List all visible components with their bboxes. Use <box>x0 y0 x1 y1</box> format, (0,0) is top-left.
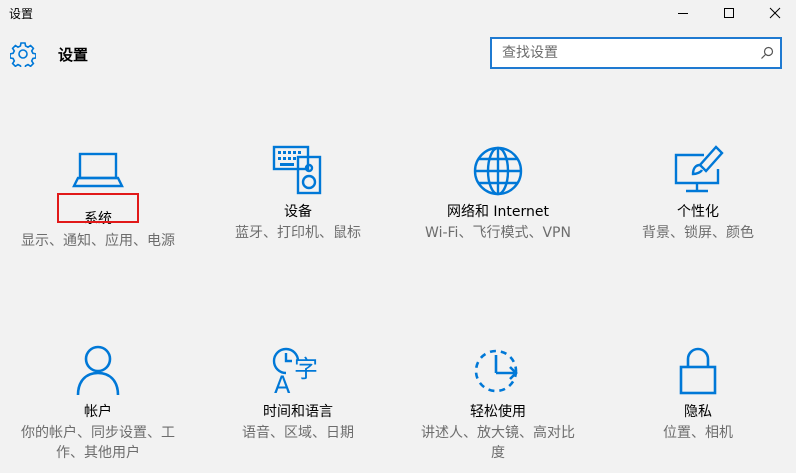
tile-time-language[interactable]: A 字 时间和语言 语音、区域、日期 <box>208 343 388 473</box>
close-icon <box>769 7 781 19</box>
search-box[interactable] <box>490 37 782 69</box>
tile-accounts[interactable]: 帐户 你的帐户、同步设置、工作、其他用户 <box>8 343 188 473</box>
tile-name: 帐户 <box>84 404 112 420</box>
tile-devices[interactable]: 设备 蓝牙、打印机、鼠标 <box>208 143 388 273</box>
tile-name: 设备 <box>284 204 312 220</box>
ease-of-access-icon <box>470 343 526 399</box>
tile-description: 语音、区域、日期 <box>242 425 354 441</box>
tile-name: 个性化 <box>677 204 719 220</box>
maximize-button[interactable] <box>706 0 752 26</box>
tile-description: 你的帐户、同步设置、工作、其他用户 <box>21 425 175 461</box>
tile-name: 隐私 <box>684 404 712 420</box>
tile-description: 背景、锁屏、颜色 <box>642 225 754 241</box>
svg-text:字: 字 <box>294 355 318 383</box>
selection-highlight <box>57 193 139 223</box>
lock-icon <box>670 343 726 399</box>
tile-description: Wi-Fi、飞行模式、VPN <box>425 225 571 241</box>
tile-description: 讲述人、放大镜、高对比度 <box>421 425 575 461</box>
minimize-icon <box>678 13 688 14</box>
minimize-button[interactable] <box>660 0 706 26</box>
close-button[interactable] <box>752 0 796 26</box>
tile-ease-of-access[interactable]: 轻松使用 讲述人、放大镜、高对比度 <box>408 343 588 473</box>
tile-name: 时间和语言 <box>263 404 333 420</box>
tile-description: 位置、相机 <box>663 425 733 441</box>
tile-privacy[interactable]: 隐私 位置、相机 <box>608 343 788 473</box>
gear-icon <box>10 42 36 67</box>
tile-personalization[interactable]: 个性化 背景、锁屏、颜色 <box>608 143 788 273</box>
maximize-icon <box>724 8 734 18</box>
search-icon[interactable] <box>760 46 774 60</box>
tile-name: 轻松使用 <box>470 404 526 420</box>
search-input[interactable] <box>492 39 762 67</box>
page-title: 设置 <box>58 46 89 64</box>
tile-name: 网络和 Internet <box>446 204 550 220</box>
tile-network[interactable]: 网络和 Internet Wi-Fi、飞行模式、VPN <box>408 143 588 273</box>
paint-monitor-icon <box>670 143 726 199</box>
globe-icon <box>470 143 526 199</box>
keyboard-speaker-icon <box>270 143 326 199</box>
time-language-icon: A 字 <box>270 343 326 399</box>
person-icon <box>70 343 126 399</box>
title-bar: 设置 <box>0 0 796 26</box>
tile-description: 蓝牙、打印机、鼠标 <box>235 225 361 241</box>
svg-text:A: A <box>274 371 291 399</box>
window-title: 设置 <box>9 7 34 21</box>
tile-description: 显示、通知、应用、电源 <box>21 233 175 249</box>
